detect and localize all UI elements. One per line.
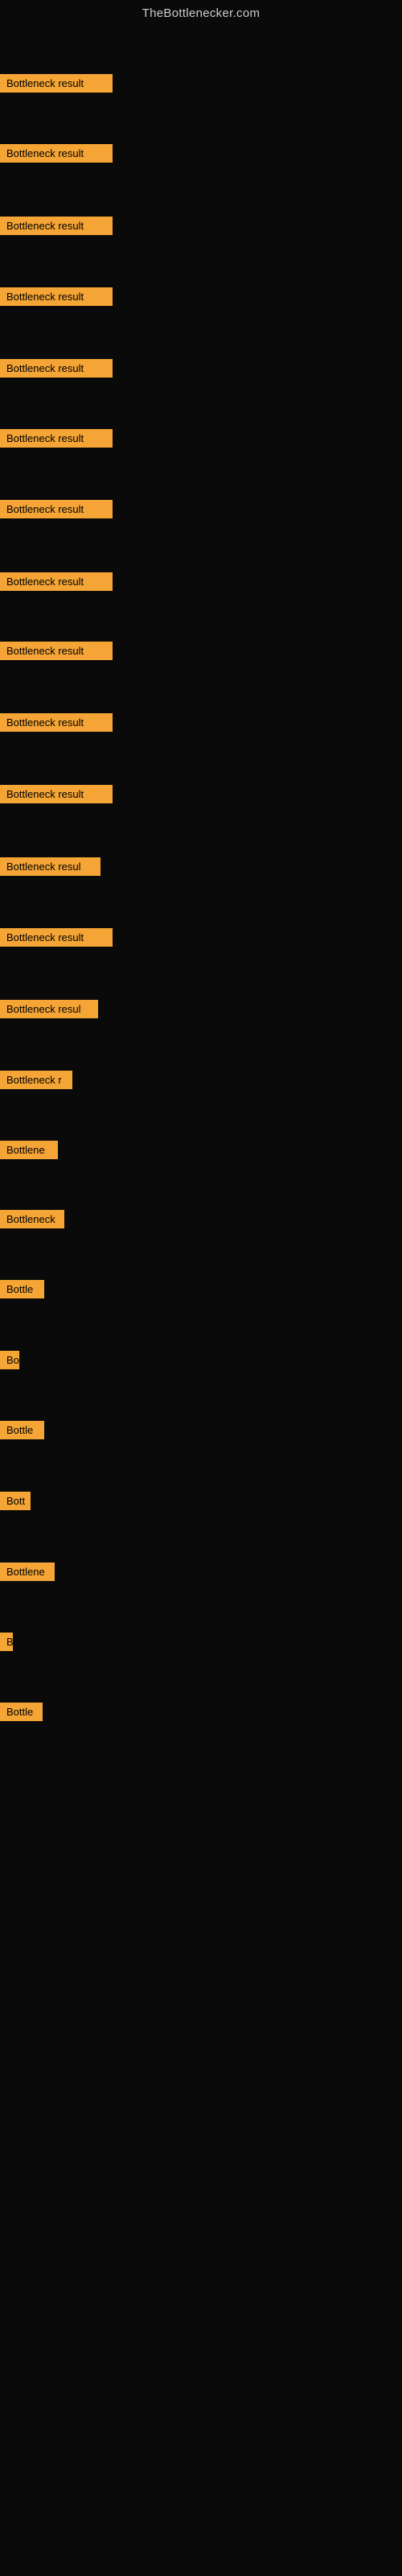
bottleneck-bar[interactable]: Bottlene xyxy=(0,1563,55,1581)
bar-row: Bottle xyxy=(0,1703,43,1725)
bottleneck-bar[interactable]: Bottleneck xyxy=(0,1210,64,1228)
bottleneck-bar[interactable]: Bottle xyxy=(0,1703,43,1721)
bar-row: B xyxy=(0,1633,13,1655)
bar-row: Bottleneck r xyxy=(0,1071,72,1093)
bottleneck-bar[interactable]: Bottleneck result xyxy=(0,713,113,732)
bar-row: Bottle xyxy=(0,1421,44,1443)
bottleneck-bar[interactable]: B xyxy=(0,1633,13,1651)
bottleneck-bar[interactable]: Bottle xyxy=(0,1280,44,1298)
bar-row: Bottleneck result xyxy=(0,785,113,807)
bar-row: Bottleneck result xyxy=(0,217,113,239)
bottleneck-bar[interactable]: Bottleneck result xyxy=(0,144,113,163)
bar-row: Bottleneck result xyxy=(0,429,113,452)
bar-row: Bottleneck result xyxy=(0,928,113,951)
bottleneck-bar[interactable]: Bottleneck result xyxy=(0,217,113,235)
bottleneck-bar[interactable]: Bottleneck r xyxy=(0,1071,72,1089)
bar-row: Bottleneck result xyxy=(0,500,113,522)
bottleneck-bar[interactable]: Bottleneck result xyxy=(0,785,113,803)
bottleneck-bar[interactable]: Bott xyxy=(0,1492,31,1510)
bottleneck-bar[interactable]: Bottleneck result xyxy=(0,500,113,518)
bar-row: Bottleneck xyxy=(0,1210,64,1232)
bar-row: Bottleneck result xyxy=(0,642,113,664)
bar-row: Bottleneck resul xyxy=(0,857,100,880)
bottleneck-bar[interactable]: Bottleneck result xyxy=(0,572,113,591)
bottleneck-bar[interactable]: Bottle xyxy=(0,1421,44,1439)
bar-row: Bottleneck result xyxy=(0,713,113,736)
bottleneck-bar[interactable]: Bottlene xyxy=(0,1141,58,1159)
bar-row: Bottleneck result xyxy=(0,144,113,167)
bar-row: Bo xyxy=(0,1351,19,1373)
bottleneck-bar[interactable]: Bottleneck result xyxy=(0,928,113,947)
site-title: TheBottlenecker.com xyxy=(0,0,402,28)
bar-row: Bottleneck result xyxy=(0,287,113,310)
bar-row: Bott xyxy=(0,1492,31,1514)
bar-row: Bottlene xyxy=(0,1563,55,1585)
bar-row: Bottleneck result xyxy=(0,74,113,97)
bar-row: Bottleneck resul xyxy=(0,1000,98,1022)
bottleneck-bar[interactable]: Bottleneck resul xyxy=(0,1000,98,1018)
bar-row: Bottleneck result xyxy=(0,359,113,382)
bottleneck-bar[interactable]: Bottleneck resul xyxy=(0,857,100,876)
bottleneck-bar[interactable]: Bottleneck result xyxy=(0,74,113,93)
bar-row: Bottleneck result xyxy=(0,572,113,595)
bottleneck-bar[interactable]: Bo xyxy=(0,1351,19,1369)
bottleneck-bar[interactable]: Bottleneck result xyxy=(0,359,113,378)
bar-row: Bottlene xyxy=(0,1141,58,1163)
bottleneck-bar[interactable]: Bottleneck result xyxy=(0,287,113,306)
bottleneck-bar[interactable]: Bottleneck result xyxy=(0,642,113,660)
bottleneck-bar[interactable]: Bottleneck result xyxy=(0,429,113,448)
bar-row: Bottle xyxy=(0,1280,44,1302)
